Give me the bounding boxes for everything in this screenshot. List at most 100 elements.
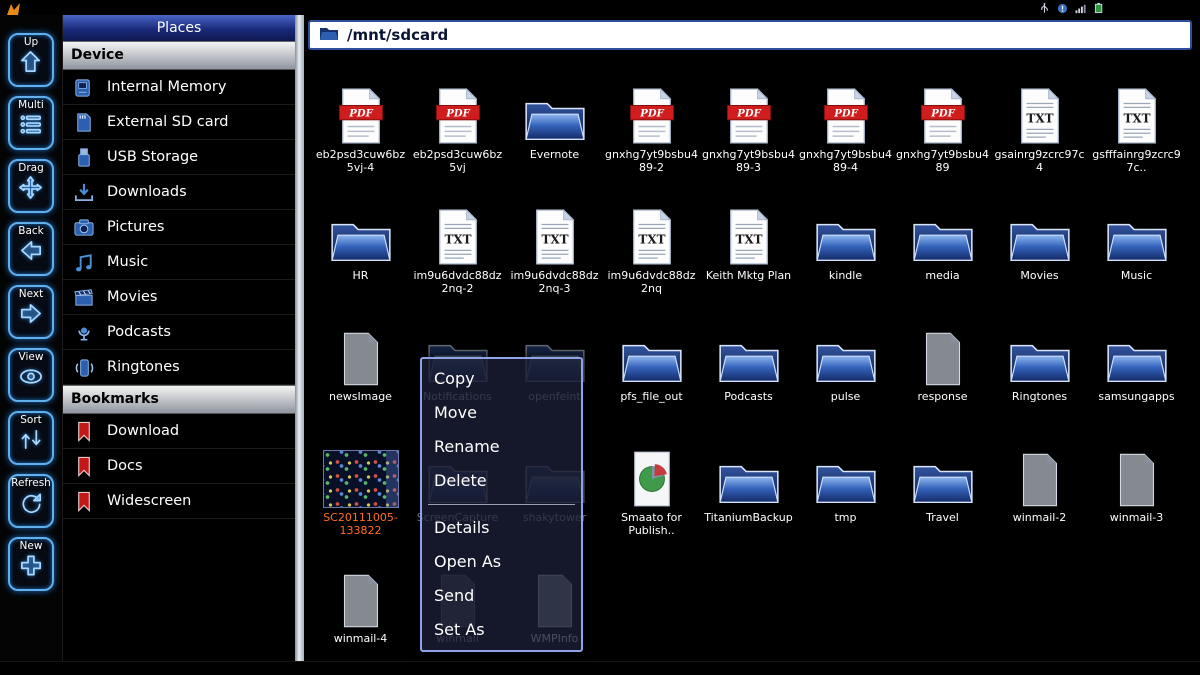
file-item-label: media <box>925 269 959 282</box>
file-item-pulse[interactable]: pulse <box>797 315 894 436</box>
sidebar-scrollbar[interactable] <box>295 15 304 661</box>
toolbar-button-new[interactable]: New <box>8 537 54 591</box>
file-item-label: HR <box>353 269 369 282</box>
txt-icon: TXT <box>532 200 578 266</box>
sidebar-item-podcasts[interactable]: Podcasts <box>63 315 295 350</box>
sidebar-item-download[interactable]: Download <box>63 414 295 449</box>
notification-icon <box>1057 3 1068 14</box>
places-panel: Places DeviceInternal MemoryExternal SD … <box>62 15 295 661</box>
file-item-response[interactable]: response <box>894 315 991 436</box>
toolbar-button-refresh[interactable]: Refresh <box>8 474 54 528</box>
sidebar-item-external-sd-card[interactable]: External SD card <box>63 105 295 140</box>
context-menu-item-delete[interactable]: Delete <box>422 464 581 498</box>
txt-icon: TXT <box>726 200 772 266</box>
sidebar-item-docs[interactable]: Docs <box>63 449 295 484</box>
music-icon <box>71 251 97 274</box>
view-icon <box>18 364 44 393</box>
toolbar-button-next[interactable]: Next <box>8 285 54 339</box>
folder-icon <box>329 200 393 266</box>
file-item-winmail-4[interactable]: winmail-4 <box>312 557 409 661</box>
sidebar-item-internal-memory[interactable]: Internal Memory <box>63 70 295 105</box>
file-item-im9u6dvdc88dz2nq[interactable]: TXTim9u6dvdc88dz2nq <box>603 194 700 315</box>
context-menu-item-send[interactable]: Send <box>422 579 581 613</box>
file-item-winmail-3[interactable]: winmail-3 <box>1088 436 1185 557</box>
file-item-gsainrg9zcrc97c4[interactable]: TXTgsainrg9zcrc97c4 <box>991 73 1088 194</box>
sidebar-item-label: Music <box>107 254 148 270</box>
file-item-tmp[interactable]: tmp <box>797 436 894 557</box>
file-item-ringtones[interactable]: Ringtones <box>991 315 1088 436</box>
status-icons <box>1039 2 1105 14</box>
path-bar[interactable]: /mnt/sdcard <box>308 20 1192 50</box>
file-item-gnxhg7yt9bsbu489-4[interactable]: PDFgnxhg7yt9bsbu489-4 <box>797 73 894 194</box>
pdf-icon: PDF <box>823 79 869 145</box>
file-item-newsimage[interactable]: newsImage <box>312 315 409 436</box>
file-item-label: Keith Mktg Plan <box>706 269 791 282</box>
screenshot-icon <box>323 442 399 508</box>
folder-icon <box>620 321 684 387</box>
txt-icon: TXT <box>435 200 481 266</box>
sidebar-item-movies[interactable]: Movies <box>63 280 295 315</box>
drag-icon <box>18 175 44 204</box>
usb-storage-icon <box>71 146 97 169</box>
file-item-movies[interactable]: Movies <box>991 194 1088 315</box>
file-item-label: gnxhg7yt9bsbu489 <box>896 148 990 175</box>
file-item-winmail-2[interactable]: winmail-2 <box>991 436 1088 557</box>
sidebar-item-widescreen[interactable]: Widescreen <box>63 484 295 519</box>
context-menu-item-rename[interactable]: Rename <box>422 430 581 464</box>
file-item-sc20111005-133822[interactable]: SC20111005-133822 <box>312 436 409 557</box>
file-manager-screen: Up Multi Drag Back Next View Sort Refresh New Pl… <box>0 0 1200 675</box>
file-item-label: gnxhg7yt9bsbu489-3 <box>702 148 796 175</box>
sidebar-item-ringtones[interactable]: Ringtones <box>63 350 295 385</box>
folder-icon <box>814 200 878 266</box>
file-item-gnxhg7yt9bsbu489-3[interactable]: PDFgnxhg7yt9bsbu489-3 <box>700 73 797 194</box>
sidebar-item-music[interactable]: Music <box>63 245 295 280</box>
battery-icon <box>1094 2 1105 14</box>
toolbar-button-label: Multi <box>18 99 44 112</box>
file-item-music[interactable]: Music <box>1088 194 1185 315</box>
toolbar-button-label: Sort <box>20 414 42 427</box>
file-item-media[interactable]: media <box>894 194 991 315</box>
file-item-titaniumbackup[interactable]: TitaniumBackup <box>700 436 797 557</box>
new-icon <box>18 553 44 582</box>
context-menu-item-details[interactable]: Details <box>422 511 581 545</box>
toolbar-button-drag[interactable]: Drag <box>8 159 54 213</box>
file-item-eb2psd3cuw6bz5vj[interactable]: PDFeb2psd3cuw6bz5vj <box>409 73 506 194</box>
file-icon <box>1018 442 1062 508</box>
svg-text:PDF: PDF <box>445 108 470 119</box>
file-item-samsungapps[interactable]: samsungapps <box>1088 315 1185 436</box>
file-item-label: Evernote <box>530 148 579 161</box>
context-menu-item-move[interactable]: Move <box>422 396 581 430</box>
file-item-podcasts[interactable]: Podcasts <box>700 315 797 436</box>
file-item-pfs-file-out[interactable]: pfs_file_out <box>603 315 700 436</box>
file-item-kindle[interactable]: kindle <box>797 194 894 315</box>
places-header: Places <box>63 15 295 41</box>
file-item-gnxhg7yt9bsbu489-2[interactable]: PDFgnxhg7yt9bsbu489-2 <box>603 73 700 194</box>
context-menu-item-set-as[interactable]: Set As <box>422 613 581 647</box>
toolbar-button-sort[interactable]: Sort <box>8 411 54 465</box>
toolbar-button-back[interactable]: Back <box>8 222 54 276</box>
file-item-smaato-for-publish[interactable]: Smaato for Publish.. <box>603 436 700 557</box>
toolbar-button-label: Back <box>18 225 44 238</box>
file-item-gnxhg7yt9bsbu489[interactable]: PDF gnxhg7yt9bsbu489 <box>894 73 991 194</box>
toolbar-button-view[interactable]: View <box>8 348 54 402</box>
sidebar-item-downloads[interactable]: Downloads <box>63 175 295 210</box>
toolbar-button-multi[interactable]: Multi <box>8 96 54 150</box>
left-toolbar: Up Multi Drag Back Next View Sort Refresh New <box>0 15 62 661</box>
context-menu-item-open-as[interactable]: Open As <box>422 545 581 579</box>
file-item-keith-mktg-plan[interactable]: TXT Keith Mktg Plan <box>700 194 797 315</box>
context-menu-item-copy[interactable]: Copy <box>422 362 581 396</box>
file-item-evernote[interactable]: Evernote <box>506 73 603 194</box>
file-item-hr[interactable]: HR <box>312 194 409 315</box>
file-item-im9u6dvdc88dz2nq-2[interactable]: TXTim9u6dvdc88dz2nq-2 <box>409 194 506 315</box>
pdf-icon: PDF <box>920 79 966 145</box>
file-item-label: kindle <box>829 269 862 282</box>
sidebar-item-usb-storage[interactable]: USB Storage <box>63 140 295 175</box>
file-item-travel[interactable]: Travel <box>894 436 991 557</box>
file-item-im9u6dvdc88dz2nq-3[interactable]: TXTim9u6dvdc88dz2nq-3 <box>506 194 603 315</box>
file-item-gsfffainrg9zcrc97c[interactable]: TXTgsfffainrg9zcrc97c.. <box>1088 73 1185 194</box>
file-item-label: Smaato for Publish.. <box>605 511 699 538</box>
sidebar-item-pictures[interactable]: Pictures <box>63 210 295 245</box>
ringtones-icon <box>71 356 97 379</box>
toolbar-button-up[interactable]: Up <box>8 33 54 87</box>
file-item-eb2psd3cuw6bz5vj-4[interactable]: PDFeb2psd3cuw6bz5vj-4 <box>312 73 409 194</box>
